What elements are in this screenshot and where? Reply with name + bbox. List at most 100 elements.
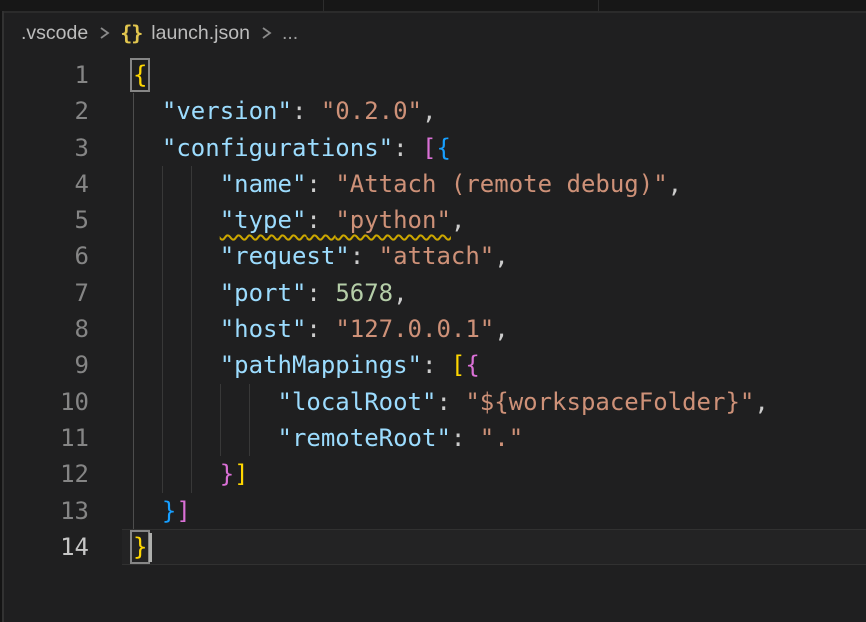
line-number[interactable]: 12 xyxy=(0,456,89,492)
code-line[interactable]: 10 "localRoot": "${workspaceFolder}", xyxy=(0,384,866,420)
line-number[interactable]: 9 xyxy=(0,347,89,383)
code-line[interactable]: 9 "pathMappings": [{ xyxy=(0,347,866,383)
code-segment: : xyxy=(306,170,335,198)
code-line[interactable]: 5 "type": "python", xyxy=(0,202,866,238)
code-segment: ] xyxy=(234,460,248,488)
code-line[interactable]: 14} xyxy=(0,529,866,565)
code-text: }] xyxy=(133,493,191,529)
code-segment: ] xyxy=(176,497,190,525)
code-text: "port": 5678, xyxy=(133,275,408,311)
code-segment: "port" xyxy=(220,279,307,307)
code-segment xyxy=(133,460,220,488)
code-segment: "localRoot" xyxy=(278,388,437,416)
code-line[interactable]: 4 "name": "Attach (remote debug)", xyxy=(0,166,866,202)
line-number[interactable]: 13 xyxy=(0,493,89,529)
code-segment xyxy=(133,206,220,234)
breadcrumb-file[interactable]: launch.json xyxy=(151,22,250,45)
code-line[interactable]: 13 }] xyxy=(0,493,866,529)
code-segment: "request" xyxy=(220,242,350,270)
code-segment: "remoteRoot" xyxy=(278,424,451,452)
code-segment xyxy=(133,170,220,198)
code-text: "host": "127.0.0.1", xyxy=(133,311,509,347)
code-line[interactable]: 2 "version": "0.2.0", xyxy=(0,93,866,129)
code-line[interactable]: 7 "port": 5678, xyxy=(0,275,866,311)
code-segment xyxy=(133,315,220,343)
line-number[interactable]: 5 xyxy=(0,202,89,238)
line-number[interactable]: 4 xyxy=(0,166,89,202)
code-segment xyxy=(133,497,162,525)
text-cursor xyxy=(149,533,152,562)
code-line[interactable]: 1{ xyxy=(0,57,866,93)
code-segment: "python" xyxy=(335,206,451,234)
line-number[interactable]: 8 xyxy=(0,311,89,347)
code-segment: "version" xyxy=(162,97,292,125)
code-segment: , xyxy=(494,242,508,270)
code-segment xyxy=(133,242,220,270)
json-object-icon: {} xyxy=(120,21,142,45)
code-segment: , xyxy=(393,279,407,307)
tab-sliver-3[interactable] xyxy=(599,0,866,11)
code-segment: "attach" xyxy=(379,242,495,270)
code-line[interactable]: 6 "request": "attach", xyxy=(0,238,866,274)
code-segment: : xyxy=(422,351,451,379)
line-number[interactable]: 3 xyxy=(0,130,89,166)
code-text: "configurations": [{ xyxy=(133,130,451,166)
bracket-match: { xyxy=(133,61,147,89)
code-segment: : xyxy=(350,242,379,270)
code-segment: , xyxy=(754,388,768,416)
code-segment: : xyxy=(306,315,335,343)
code-segment: : xyxy=(306,279,335,307)
code-segment: "name" xyxy=(220,170,307,198)
line-number[interactable]: 10 xyxy=(0,384,89,420)
breadcrumb-symbol-ellipsis[interactable]: ... xyxy=(282,22,298,45)
code-segment xyxy=(133,134,162,162)
code-segment: "type" xyxy=(220,206,307,234)
breadcrumb: .vscode {} launch.json ... xyxy=(0,13,866,53)
bracket-match: } xyxy=(133,533,147,561)
code-segment: : xyxy=(451,424,480,452)
code-segment: { xyxy=(465,351,479,379)
code-segment xyxy=(133,279,220,307)
code-segment xyxy=(133,424,278,452)
code-text: "request": "attach", xyxy=(133,238,509,274)
code-text: { xyxy=(133,57,147,93)
code-text: "pathMappings": [{ xyxy=(133,347,480,383)
code-segment: [ xyxy=(422,134,436,162)
code-segment: : xyxy=(306,206,335,234)
code-segment: "host" xyxy=(220,315,307,343)
tab-sliver-1[interactable] xyxy=(0,0,323,11)
code-segment xyxy=(133,388,278,416)
code-lines[interactable]: 1{2 "version": "0.2.0",3 "configurations… xyxy=(0,53,866,565)
code-text: "type": "python", xyxy=(133,202,465,238)
code-segment: "pathMappings" xyxy=(220,351,422,379)
code-segment: { xyxy=(436,134,450,162)
code-text: }] xyxy=(133,456,249,492)
line-number[interactable]: 2 xyxy=(0,93,89,129)
code-segment: "." xyxy=(480,424,523,452)
line-number[interactable]: 14 xyxy=(0,529,89,565)
code-text: "version": "0.2.0", xyxy=(133,93,436,129)
tab-bar xyxy=(0,0,866,11)
breadcrumb-folder[interactable]: .vscode xyxy=(21,22,88,45)
code-segment xyxy=(133,351,220,379)
line-number[interactable]: 7 xyxy=(0,275,89,311)
code-line[interactable]: 11 "remoteRoot": "." xyxy=(0,420,866,456)
code-line[interactable]: 8 "host": "127.0.0.1", xyxy=(0,311,866,347)
code-segment: : xyxy=(292,97,321,125)
code-line[interactable]: 3 "configurations": [{ xyxy=(0,130,866,166)
code-segment: "configurations" xyxy=(162,134,393,162)
tab-sliver-2[interactable] xyxy=(324,0,598,11)
code-segment: , xyxy=(668,170,682,198)
code-segment: "${workspaceFolder}" xyxy=(465,388,754,416)
chevron-right-icon xyxy=(259,23,273,43)
code-segment: } xyxy=(162,497,176,525)
chevron-right-icon xyxy=(97,23,111,43)
line-number[interactable]: 6 xyxy=(0,238,89,274)
code-segment: "127.0.0.1" xyxy=(335,315,494,343)
line-number[interactable]: 11 xyxy=(0,420,89,456)
code-line[interactable]: 12 }] xyxy=(0,456,866,492)
line-number[interactable]: 1 xyxy=(0,57,89,93)
code-text: "remoteRoot": "." xyxy=(133,420,523,456)
code-text: "name": "Attach (remote debug)", xyxy=(133,166,682,202)
code-segment xyxy=(133,97,162,125)
